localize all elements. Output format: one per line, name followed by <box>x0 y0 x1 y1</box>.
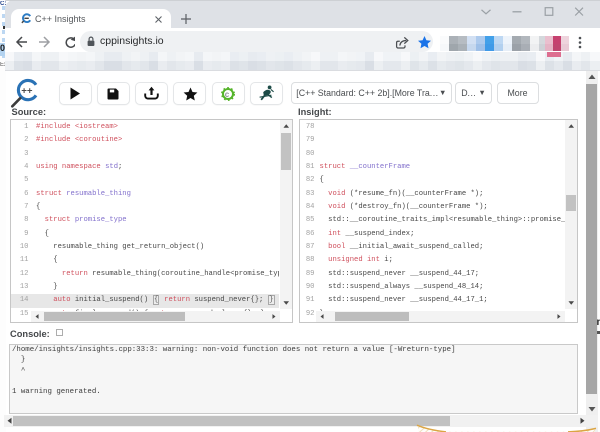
svg-text:c: c <box>225 90 230 99</box>
svg-text:++: ++ <box>21 86 33 97</box>
